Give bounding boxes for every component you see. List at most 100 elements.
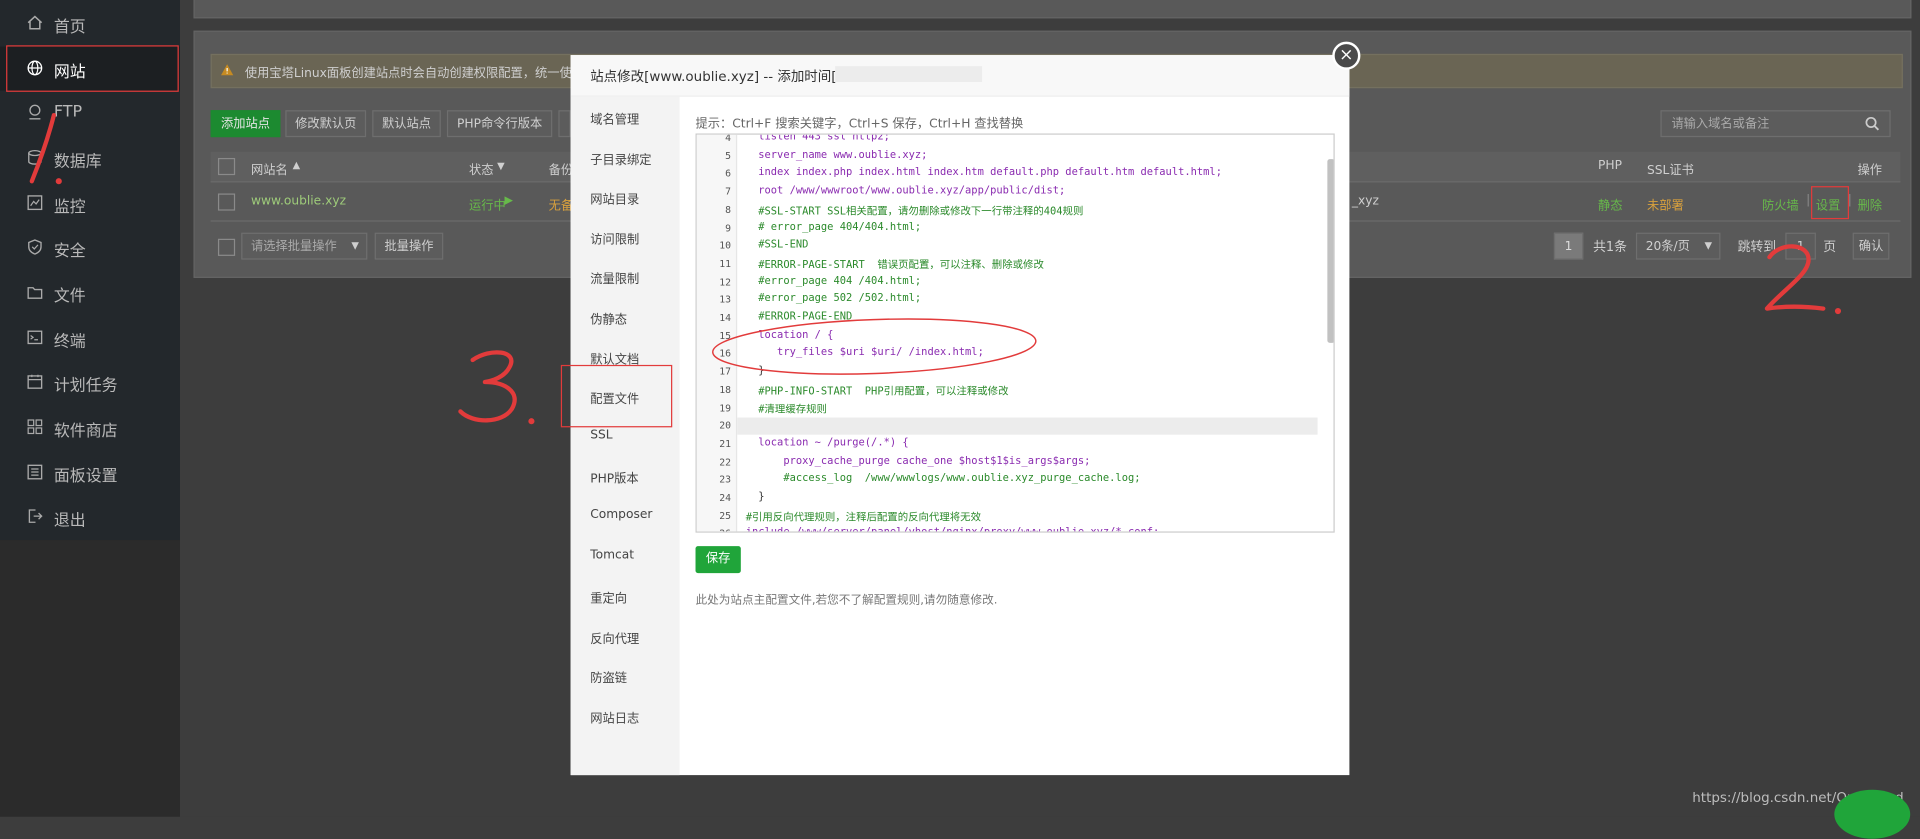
code-line: # error_page 404/404.html; bbox=[745, 221, 922, 234]
sort-asc-icon: ▲ bbox=[292, 159, 301, 171]
chevron-down-icon: ▼ bbox=[351, 240, 359, 252]
col-status[interactable]: 状态 bbox=[469, 159, 493, 177]
sidebar-item-label: 终端 bbox=[53, 333, 86, 352]
php-cli-version-button[interactable]: PHP命令行版本 bbox=[446, 110, 553, 138]
settings-menu: 域名管理 子目录绑定 网站目录 访问限制 流量限制 伪静态 默认文档 配置文件 … bbox=[570, 96, 680, 776]
line-number: 9 bbox=[725, 222, 732, 234]
toolbar-more-button[interactable] bbox=[558, 110, 571, 138]
code-line: #ERROR-PAGE-START 错误页配置，可以注释、删除或修改 bbox=[745, 259, 1044, 272]
default-site-button[interactable]: 默认站点 bbox=[372, 110, 441, 138]
jump-confirm-button[interactable]: 确认 bbox=[1852, 232, 1890, 260]
editor-scrollbar[interactable] bbox=[1327, 159, 1334, 343]
line-number: 18 bbox=[719, 384, 732, 396]
search-input[interactable]: 请输入域名或备注 bbox=[1660, 110, 1891, 138]
modal-title: 站点修改[www.oublie.xyz] -- 添加时间[ bbox=[590, 68, 837, 85]
grid-icon bbox=[27, 419, 43, 435]
redacted-timestamp bbox=[835, 66, 983, 83]
annotation-step-3 bbox=[458, 350, 535, 425]
floating-help-button[interactable] bbox=[1834, 789, 1911, 839]
menu-ssl[interactable]: SSL bbox=[590, 429, 612, 442]
code-line: proxy_cache_purge cache_one $host$1$is_a… bbox=[745, 455, 1091, 468]
shield-icon bbox=[28, 239, 42, 255]
search-icon[interactable] bbox=[1865, 116, 1880, 131]
menu-redirect[interactable]: 重定向 bbox=[590, 588, 627, 606]
home-icon bbox=[27, 15, 43, 30]
line-number: 12 bbox=[719, 276, 732, 288]
annotation-settings-highlight bbox=[1811, 186, 1849, 220]
calendar-icon bbox=[27, 374, 43, 389]
backup-status[interactable]: 无备 bbox=[549, 195, 573, 213]
sidebar-item-logout[interactable]: 退出 bbox=[0, 495, 180, 539]
line-number: 20 bbox=[719, 420, 732, 432]
status-running[interactable]: 运行中 bbox=[469, 195, 506, 213]
col-backup: 备份 bbox=[548, 164, 574, 178]
warning-text: 使用宝塔Linux面板创建站点时会自动创建权限配置，统一使用 bbox=[244, 67, 585, 81]
sidebar-item-security[interactable]: 安全 bbox=[0, 225, 180, 269]
sidebar-item-terminal[interactable]: 终端 bbox=[0, 316, 180, 360]
menu-php-version[interactable]: PHP版本 bbox=[590, 468, 638, 486]
code-line: index index.php index.html index.htm def… bbox=[745, 167, 1222, 180]
col-actions: 操作 bbox=[1857, 164, 1883, 178]
remark-text: _xyz bbox=[1351, 194, 1379, 209]
col-php: PHP bbox=[1597, 159, 1622, 173]
line-number: 22 bbox=[719, 456, 732, 468]
sidebar-item-label: 退出 bbox=[53, 511, 86, 531]
add-site-button[interactable]: 添加站点 bbox=[210, 110, 281, 138]
menu-access-limit[interactable]: 访问限制 bbox=[590, 229, 639, 247]
folder-icon bbox=[27, 287, 43, 299]
line-number: 19 bbox=[719, 402, 732, 414]
row-checkbox[interactable] bbox=[217, 193, 236, 211]
annotation-location-ellipse bbox=[712, 318, 1037, 375]
ssl-status[interactable]: 未部署 bbox=[1647, 195, 1684, 213]
sidebar-item-label: 安全 bbox=[53, 242, 86, 261]
menu-site-log[interactable]: 网站日志 bbox=[590, 708, 639, 726]
sidebar-item-home[interactable]: 首页 bbox=[0, 1, 180, 45]
line-number: 4 bbox=[725, 133, 732, 144]
warning-icon bbox=[221, 64, 234, 76]
bottom-select-all-checkbox[interactable] bbox=[217, 238, 236, 256]
modal-header: 站点修改[www.oublie.xyz] -- 添加时间[ bbox=[570, 55, 1350, 97]
code-line: #access_log /www/wwwlogs/www.oublie.xyz_… bbox=[745, 473, 1141, 486]
site-settings-modal: 站点修改[www.oublie.xyz] -- 添加时间[ 域名管理 子目录绑定… bbox=[570, 55, 1350, 776]
edit-default-page-button[interactable]: 修改默认页 bbox=[285, 110, 367, 138]
menu-rewrite[interactable]: 伪静态 bbox=[590, 309, 627, 326]
top-card bbox=[193, 0, 1912, 19]
menu-hotlink-protection[interactable]: 防盗链 bbox=[590, 667, 627, 685]
col-site-name[interactable]: 网站名 bbox=[251, 159, 288, 177]
batch-operation-button[interactable]: 批量操作 bbox=[374, 232, 444, 260]
site-name-link[interactable]: www.oublie.xyz bbox=[251, 195, 346, 208]
sidebar-item-label: 计划任务 bbox=[53, 377, 118, 396]
line-number: 8 bbox=[725, 204, 732, 216]
sidebar-item-cron[interactable]: 计划任务 bbox=[0, 360, 180, 404]
close-button[interactable]: × bbox=[1332, 41, 1361, 70]
menu-site-directory[interactable]: 网站目录 bbox=[590, 189, 639, 206]
code-line: #SSL-END bbox=[745, 239, 809, 252]
menu-traffic-limit[interactable]: 流量限制 bbox=[590, 268, 639, 286]
menu-domain-management[interactable]: 域名管理 bbox=[590, 109, 639, 127]
menu-subdirectory-binding[interactable]: 子目录绑定 bbox=[590, 149, 651, 167]
firewall-link[interactable]: 防火墙 bbox=[1762, 195, 1799, 213]
delete-link[interactable]: 删除 bbox=[1858, 195, 1882, 213]
save-button[interactable]: 保存 bbox=[695, 546, 741, 574]
line-number: 5 bbox=[725, 150, 732, 162]
editor-tip: 提示：Ctrl+F 搜索关键字，Ctrl+S 保存，Ctrl+H 查找替换 bbox=[695, 117, 1024, 132]
code-line: #error_page 502 /502.html; bbox=[745, 293, 922, 306]
php-static[interactable]: 静态 bbox=[1598, 195, 1622, 213]
sidebar-item-label: 面板设置 bbox=[53, 467, 118, 487]
select-all-checkbox[interactable] bbox=[217, 157, 236, 176]
active-line-highlight bbox=[737, 417, 1318, 435]
menu-composer[interactable]: Composer bbox=[590, 508, 652, 521]
page-current[interactable]: 1 bbox=[1553, 232, 1584, 260]
annotation-config-highlight bbox=[560, 364, 673, 428]
terminal-icon bbox=[27, 330, 43, 345]
sidebar-item-panel-settings[interactable]: 面板设置 bbox=[0, 451, 180, 495]
sidebar-item-files[interactable]: 文件 bbox=[0, 271, 180, 315]
code-line: } bbox=[745, 491, 765, 504]
annotation-step-1 bbox=[29, 112, 62, 185]
code-line: include /www/server/panel/vhost/nginx/pr… bbox=[746, 527, 1160, 531]
sidebar-item-app-store[interactable]: 软件商店 bbox=[0, 405, 180, 449]
menu-tomcat[interactable]: Tomcat bbox=[590, 549, 634, 562]
menu-reverse-proxy[interactable]: 反向代理 bbox=[590, 628, 639, 646]
logout-icon bbox=[28, 509, 43, 523]
batch-operation-select[interactable]: 请选择批量操作 bbox=[241, 232, 368, 260]
